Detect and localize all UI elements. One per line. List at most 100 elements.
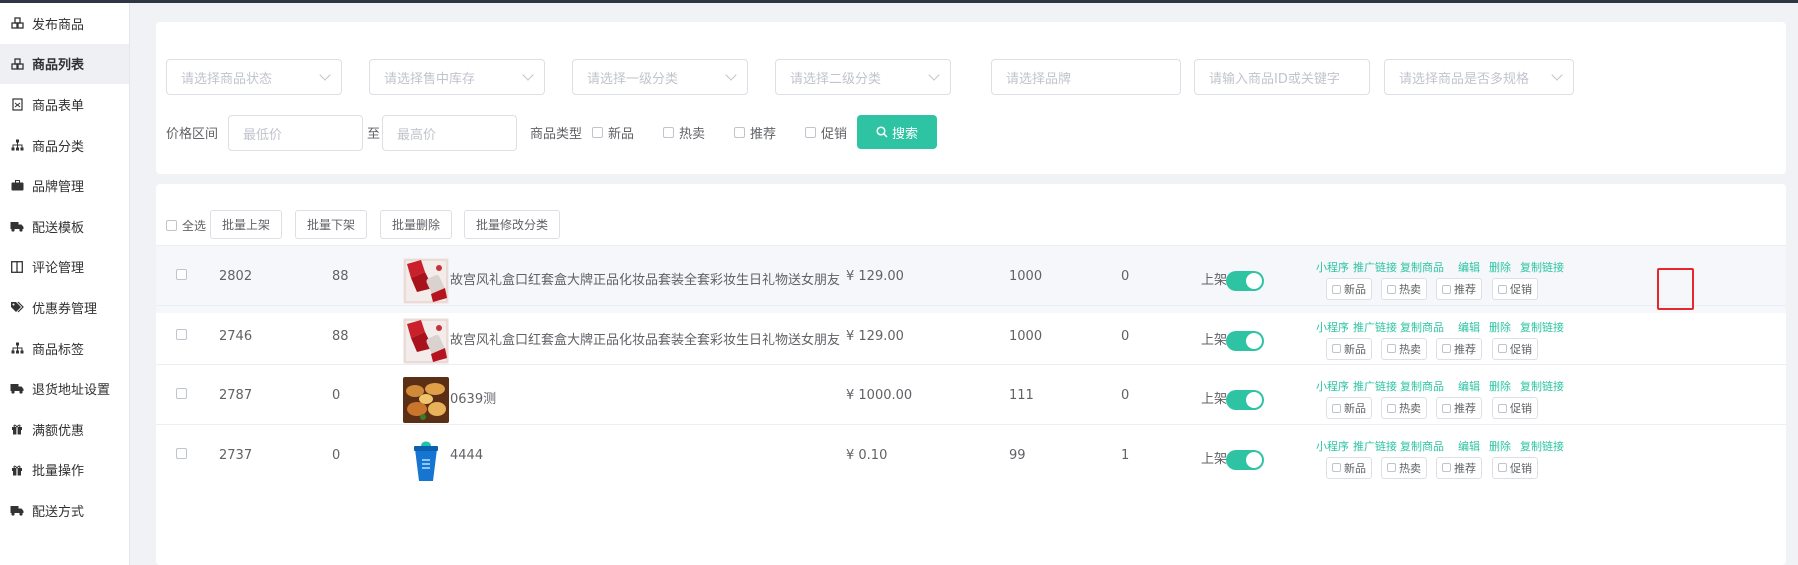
op-link-0[interactable]: 小程序 bbox=[1316, 319, 1349, 335]
keyword-input[interactable]: 请输入商品ID或关键字 bbox=[1194, 59, 1370, 95]
op-link-0[interactable]: 小程序 bbox=[1316, 438, 1349, 454]
sidebar-item-2[interactable]: 商品表单 bbox=[0, 84, 129, 125]
op-link-4[interactable]: 删除 bbox=[1489, 438, 1511, 454]
sidebar-item-9[interactable]: 退货地址设置 bbox=[0, 368, 129, 409]
tag-toggle-2[interactable]: 推荐 bbox=[1436, 456, 1482, 479]
product-name[interactable]: 故宫风礼盒口红套盒大牌正品化妆品套装全套彩妆生日礼物送女朋友 bbox=[450, 269, 840, 288]
type-new-checkbox[interactable]: 新品 bbox=[592, 123, 634, 142]
op-link-2[interactable]: 复制商品 bbox=[1400, 319, 1444, 335]
sidebar-item-3[interactable]: 商品分类 bbox=[0, 125, 129, 166]
op-link-4[interactable]: 删除 bbox=[1489, 378, 1511, 394]
op-link-2[interactable]: 复制商品 bbox=[1400, 259, 1444, 275]
tag-toggle-0[interactable]: 新品 bbox=[1326, 337, 1372, 360]
checkbox-box[interactable] bbox=[1442, 463, 1451, 472]
checkbox-box[interactable] bbox=[1387, 284, 1396, 294]
product-name[interactable]: 4444 bbox=[450, 448, 483, 463]
stock-select[interactable]: 请选择售中库存 bbox=[369, 59, 545, 95]
status-toggle[interactable] bbox=[1226, 271, 1264, 291]
tag-toggle-0[interactable]: 新品 bbox=[1326, 397, 1372, 419]
table-row[interactable]: 2746 88 故宫风礼盒口红套盒大牌正品化妆品套装全套彩妆生日礼物送女朋友 ¥ 12… bbox=[156, 304, 1786, 373]
op-link-3[interactable]: 编辑 bbox=[1458, 259, 1480, 275]
checkbox-box[interactable] bbox=[1498, 284, 1507, 294]
op-link-1[interactable]: 推广链接 bbox=[1353, 259, 1397, 275]
op-link-1[interactable]: 推广链接 bbox=[1353, 319, 1397, 335]
op-link-5[interactable]: 复制链接 bbox=[1520, 378, 1564, 394]
op-link-1[interactable]: 推广链接 bbox=[1353, 378, 1397, 394]
tag-toggle-3[interactable]: 促销 bbox=[1492, 456, 1538, 479]
op-link-3[interactable]: 编辑 bbox=[1458, 378, 1480, 394]
op-link-5[interactable]: 复制链接 bbox=[1520, 319, 1564, 335]
checkbox-box[interactable] bbox=[1498, 463, 1507, 472]
op-link-3[interactable]: 编辑 bbox=[1458, 438, 1480, 454]
status-toggle[interactable] bbox=[1226, 330, 1264, 351]
checkbox-box[interactable] bbox=[1332, 463, 1341, 472]
table-row[interactable]: 2802 88 故宫风礼盒口红套盒大牌正品化妆品套装全套彩妆生日礼物送女朋友 ¥ 12… bbox=[156, 245, 1786, 313]
checkbox-box[interactable] bbox=[734, 127, 745, 138]
sidebar-item-10[interactable]: 满额优惠 bbox=[0, 409, 129, 450]
checkbox-box[interactable] bbox=[1498, 403, 1507, 413]
op-link-0[interactable]: 小程序 bbox=[1316, 378, 1349, 394]
tag-toggle-0[interactable]: 新品 bbox=[1326, 456, 1372, 479]
type-recommend-checkbox[interactable]: 推荐 bbox=[734, 123, 776, 142]
row-checkbox[interactable] bbox=[176, 388, 187, 399]
op-link-4[interactable]: 删除 bbox=[1489, 259, 1511, 275]
sidebar-item-1[interactable]: 商品列表 bbox=[0, 43, 129, 85]
status-toggle[interactable] bbox=[1226, 390, 1264, 410]
category2-select[interactable]: 请选择二级分类 bbox=[775, 59, 951, 95]
row-checkbox[interactable] bbox=[176, 269, 187, 280]
checkbox-box[interactable] bbox=[805, 127, 816, 138]
checkbox-box[interactable] bbox=[1387, 344, 1396, 353]
select-all-checkbox[interactable]: 全选 bbox=[166, 217, 206, 234]
op-link-0[interactable]: 小程序 bbox=[1316, 259, 1349, 275]
tag-toggle-0[interactable]: 新品 bbox=[1326, 278, 1372, 300]
bulk-change-category-button[interactable]: 批量修改分类 bbox=[464, 210, 560, 239]
checkbox-box[interactable] bbox=[1442, 403, 1451, 413]
sidebar-item-7[interactable]: 优惠券管理 bbox=[0, 287, 129, 328]
tag-toggle-3[interactable]: 促销 bbox=[1492, 397, 1538, 419]
brand-input[interactable]: 请选择品牌 bbox=[991, 59, 1181, 95]
status-toggle[interactable] bbox=[1226, 449, 1264, 470]
op-link-2[interactable]: 复制商品 bbox=[1400, 378, 1444, 394]
checkbox-box[interactable] bbox=[1442, 284, 1451, 294]
table-row[interactable]: 2737 0 4444 ¥ 0.10 99 1 上架 小程序 推广链接 复制商品 编辑 删除 复制链接新… bbox=[156, 423, 1786, 492]
max-price-input[interactable]: 最高价 bbox=[382, 115, 517, 151]
search-button[interactable]: 搜索 bbox=[857, 115, 937, 149]
row-checkbox[interactable] bbox=[176, 328, 187, 340]
checkbox-box[interactable] bbox=[166, 220, 177, 231]
tag-toggle-2[interactable]: 推荐 bbox=[1436, 397, 1482, 419]
checkbox-box[interactable] bbox=[1498, 344, 1507, 353]
op-link-2[interactable]: 复制商品 bbox=[1400, 438, 1444, 454]
op-link-1[interactable]: 推广链接 bbox=[1353, 438, 1397, 454]
checkbox-box[interactable] bbox=[1387, 403, 1396, 413]
checkbox-box[interactable] bbox=[663, 127, 674, 138]
tag-toggle-3[interactable]: 促销 bbox=[1492, 278, 1538, 300]
bulk-on-shelf-button[interactable]: 批量上架 bbox=[210, 210, 282, 239]
bulk-off-shelf-button[interactable]: 批量下架 bbox=[295, 210, 367, 239]
op-link-3[interactable]: 编辑 bbox=[1458, 319, 1480, 335]
bulk-delete-button[interactable]: 批量删除 bbox=[380, 210, 452, 239]
tag-toggle-1[interactable]: 热卖 bbox=[1381, 278, 1427, 300]
category1-select[interactable]: 请选择一级分类 bbox=[572, 59, 748, 95]
type-promo-checkbox[interactable]: 促销 bbox=[805, 123, 847, 142]
tag-toggle-1[interactable]: 热卖 bbox=[1381, 337, 1427, 360]
op-link-5[interactable]: 复制链接 bbox=[1520, 259, 1564, 275]
tag-toggle-1[interactable]: 热卖 bbox=[1381, 456, 1427, 479]
type-hot-checkbox[interactable]: 热卖 bbox=[663, 123, 705, 142]
table-row[interactable]: 2787 0 0639测 ¥ 1000.00 111 0 上架 小程序 推广链接 复制商品 编辑 删除… bbox=[156, 364, 1786, 432]
checkbox-box[interactable] bbox=[1332, 284, 1341, 294]
product-name[interactable]: 0639测 bbox=[450, 388, 496, 407]
min-price-input[interactable]: 最低价 bbox=[228, 115, 363, 151]
sidebar-item-4[interactable]: 品牌管理 bbox=[0, 165, 129, 206]
tag-toggle-2[interactable]: 推荐 bbox=[1436, 278, 1482, 300]
spec-select[interactable]: 请选择商品是否多规格 bbox=[1384, 59, 1574, 95]
sidebar-item-8[interactable]: 商品标签 bbox=[0, 328, 129, 369]
product-name[interactable]: 故宫风礼盒口红套盒大牌正品化妆品套装全套彩妆生日礼物送女朋友 bbox=[450, 329, 840, 348]
tag-toggle-1[interactable]: 热卖 bbox=[1381, 397, 1427, 419]
sidebar-item-11[interactable]: 批量操作 bbox=[0, 450, 129, 491]
checkbox-box[interactable] bbox=[1442, 344, 1451, 353]
tag-toggle-2[interactable]: 推荐 bbox=[1436, 337, 1482, 360]
op-link-5[interactable]: 复制链接 bbox=[1520, 438, 1564, 454]
checkbox-box[interactable] bbox=[1332, 403, 1341, 413]
op-link-4[interactable]: 删除 bbox=[1489, 319, 1511, 335]
sidebar-item-5[interactable]: 配送模板 bbox=[0, 206, 129, 247]
